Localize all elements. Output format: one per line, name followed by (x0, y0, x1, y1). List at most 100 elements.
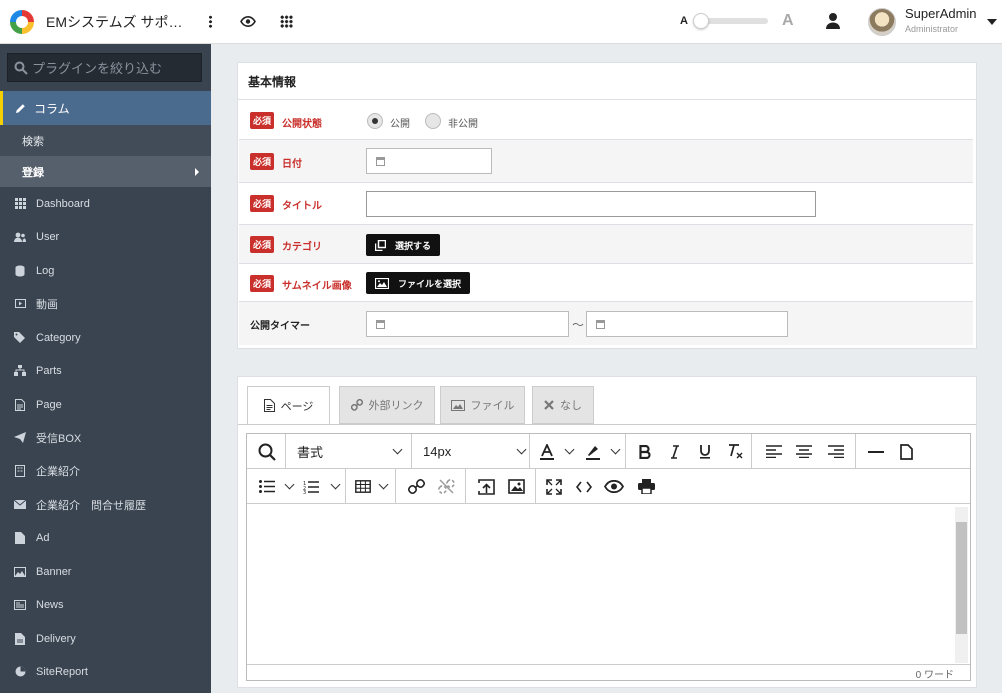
sidebar-subitem-register[interactable]: 登録 (0, 156, 211, 187)
user-menu-caret-icon[interactable] (987, 19, 997, 25)
file-icon (14, 531, 26, 544)
tab-external-link[interactable]: 外部リンク (339, 386, 435, 424)
radio-public[interactable] (367, 113, 383, 129)
upload-button[interactable] (471, 469, 501, 504)
tab-none[interactable]: なし (532, 386, 594, 424)
search-icon (14, 61, 28, 75)
avatar[interactable] (868, 8, 896, 36)
table-icon (355, 480, 371, 493)
font-size-dropdown[interactable]: 14px (419, 434, 529, 469)
sidebar-item-page[interactable]: Page (0, 388, 211, 421)
font-small-label: A (680, 15, 688, 27)
sidebar-item-inbox[interactable]: 受信BOX (0, 421, 211, 454)
highlight-color-button[interactable] (581, 434, 623, 469)
sidebar-item-parts[interactable]: Parts (0, 354, 211, 387)
newspaper-icon (14, 599, 26, 611)
form-row-timer: 公開タイマー 〜 (239, 302, 973, 345)
editor-content-area[interactable] (247, 505, 970, 664)
calendar-icon (376, 157, 385, 166)
print-button[interactable] (631, 469, 661, 504)
font-size-label: 14px (423, 444, 452, 459)
form-row-date: 必須 日付 (239, 140, 973, 183)
numbered-list-button[interactable]: 123 (299, 469, 343, 504)
search-replace-icon[interactable] (251, 434, 283, 469)
link-icon (350, 399, 363, 411)
clear-format-button[interactable] (721, 434, 749, 469)
font-size-slider[interactable] (692, 13, 768, 29)
sidebar-item-label: Delivery (36, 632, 76, 645)
app-logo-icon[interactable] (10, 9, 34, 34)
bold-icon (639, 444, 651, 459)
format-dropdown[interactable]: 書式 (293, 434, 407, 469)
plugin-filter-input[interactable]: プラグインを絞り込む (7, 53, 202, 82)
preview-button[interactable] (599, 469, 629, 504)
date-label: 日付 (282, 159, 302, 170)
tab-label: 外部リンク (368, 400, 424, 412)
sidebar-item-dashboard[interactable]: Dashboard (0, 187, 211, 220)
table-button[interactable] (351, 469, 391, 504)
user-role: Administrator (905, 24, 959, 34)
tab-file[interactable]: ファイル (440, 386, 525, 424)
word-count: 0 ワード (915, 670, 954, 681)
sidebar-item-label: User (36, 230, 60, 243)
sidebar-item-sitereport[interactable]: SiteReport (0, 655, 211, 688)
sidebar-item-news[interactable]: News (0, 588, 211, 621)
tab-page[interactable]: ページ (247, 386, 330, 425)
app-title[interactable]: EMシステムズ サポ… (46, 12, 182, 32)
sidebar-item-company[interactable]: 企業紹介 (0, 454, 211, 487)
align-left-button[interactable] (759, 434, 789, 469)
clone-icon (375, 239, 386, 251)
sidebar-item-label: SiteReport (36, 665, 88, 678)
scrollbar-thumb[interactable] (956, 522, 967, 634)
insert-link-button[interactable] (401, 469, 431, 504)
date-input[interactable] (366, 148, 492, 174)
fullscreen-button[interactable] (539, 469, 569, 504)
title-label: タイトル (282, 201, 322, 212)
source-code-button[interactable] (569, 469, 599, 504)
align-right-button[interactable] (821, 434, 851, 469)
sidebar-item-log[interactable]: Log (0, 254, 211, 287)
sidebar-item-user[interactable]: User (0, 220, 211, 253)
svg-text:3: 3 (303, 490, 306, 494)
slider-knob[interactable] (692, 13, 709, 29)
radio-private[interactable] (425, 113, 441, 129)
bold-button[interactable] (631, 434, 659, 469)
fullscreen-icon (546, 478, 562, 495)
sidebar-item-video[interactable]: 動画 (0, 287, 211, 320)
sidebar-item-label: Log (36, 264, 55, 277)
template-button[interactable] (891, 434, 921, 469)
sidebar-item-delivery[interactable]: Delivery (0, 622, 211, 655)
required-badge: 必須 (250, 153, 274, 170)
sidebar-subitem-search[interactable]: 検索 (0, 125, 211, 156)
grid-icon (14, 198, 26, 210)
title-input[interactable] (366, 191, 816, 217)
horizontal-rule-button[interactable] (861, 434, 891, 469)
sidebar-item-category[interactable]: Category (0, 321, 211, 354)
calendar-icon (376, 320, 385, 329)
timer-start-input[interactable] (366, 311, 569, 337)
sidebar-item-company-inquiry[interactable]: 企業紹介 問合せ履歴 (0, 488, 211, 521)
align-center-button[interactable] (789, 434, 819, 469)
required-badge: 必須 (250, 236, 274, 253)
eye-icon[interactable] (238, 12, 258, 32)
text-color-button[interactable] (535, 434, 577, 469)
timer-end-input[interactable] (586, 311, 788, 337)
editor-scrollbar[interactable] (955, 507, 968, 663)
apps-grid-icon[interactable] (276, 12, 296, 32)
user-icon[interactable] (824, 12, 842, 32)
category-select-button[interactable]: 選択する (366, 234, 441, 256)
radio-public-label[interactable]: 公開 (390, 115, 410, 130)
radio-private-label[interactable]: 非公開 (448, 115, 478, 130)
sidebar-item-ad[interactable]: Ad (0, 521, 211, 554)
more-vertical-icon[interactable] (200, 12, 220, 32)
sidebar-item-column[interactable]: コラム (0, 91, 211, 125)
unlink-button[interactable] (431, 469, 461, 504)
insert-image-button[interactable] (501, 469, 531, 504)
sidebar-item-banner[interactable]: Banner (0, 555, 211, 588)
thumbnail-file-button[interactable]: ファイルを選択 (366, 272, 471, 294)
bullet-list-button[interactable] (255, 469, 297, 504)
user-name[interactable]: SuperAdmin (905, 6, 977, 21)
underline-button[interactable] (691, 434, 719, 469)
required-badge: 必須 (250, 275, 274, 292)
italic-button[interactable] (661, 434, 689, 469)
